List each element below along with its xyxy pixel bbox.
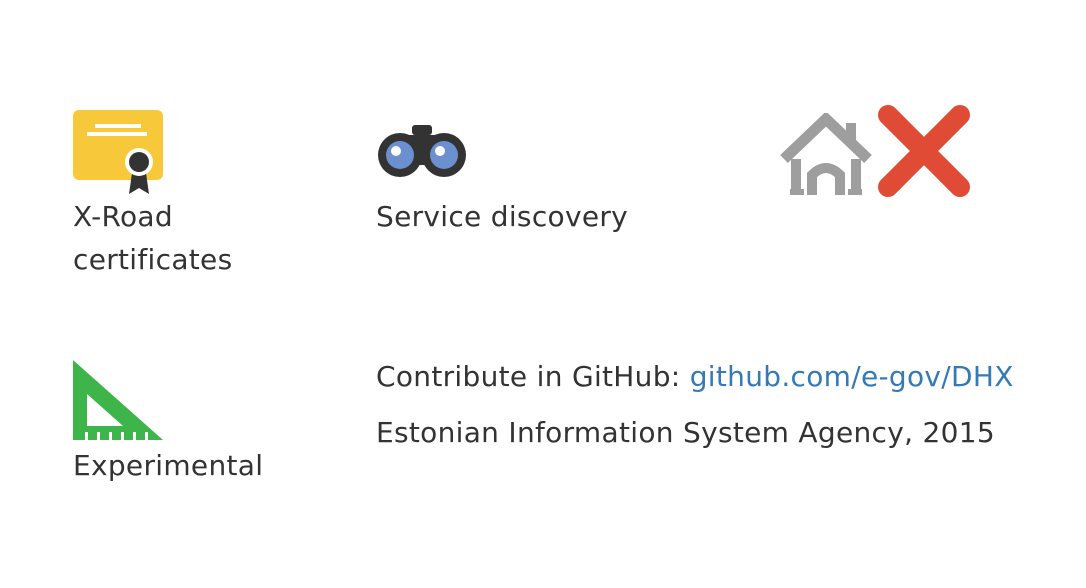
contribute-text: Contribute in GitHub: bbox=[376, 360, 690, 393]
contribute-line: Contribute in GitHub: github.com/e-gov/D… bbox=[376, 357, 1014, 397]
service-discovery-label: Service discovery bbox=[376, 200, 629, 233]
certificate-icon bbox=[73, 110, 165, 198]
experimental-label: Experimental bbox=[73, 449, 264, 482]
cross-icon bbox=[878, 105, 970, 197]
certificates-label: X-Road certificates bbox=[73, 195, 232, 281]
feature-service-discovery: Service discovery bbox=[376, 125, 628, 238]
github-link[interactable]: github.com/e-gov/DHX bbox=[690, 360, 1014, 393]
feature-certificates: X-Road certificates bbox=[73, 110, 232, 281]
footer-info: Contribute in GitHub: github.com/e-gov/D… bbox=[376, 357, 1014, 453]
binoculars-icon bbox=[376, 125, 468, 177]
agency-line: Estonian Information System Agency, 2015 bbox=[376, 416, 995, 449]
feature-experimental: Experimental bbox=[73, 360, 263, 487]
house-icon bbox=[780, 113, 872, 197]
certificates-label-line1: X-Road bbox=[73, 200, 173, 233]
set-square-icon bbox=[73, 360, 165, 444]
feature-no-local-server bbox=[780, 105, 970, 197]
certificates-label-line2: certificates bbox=[73, 243, 233, 276]
